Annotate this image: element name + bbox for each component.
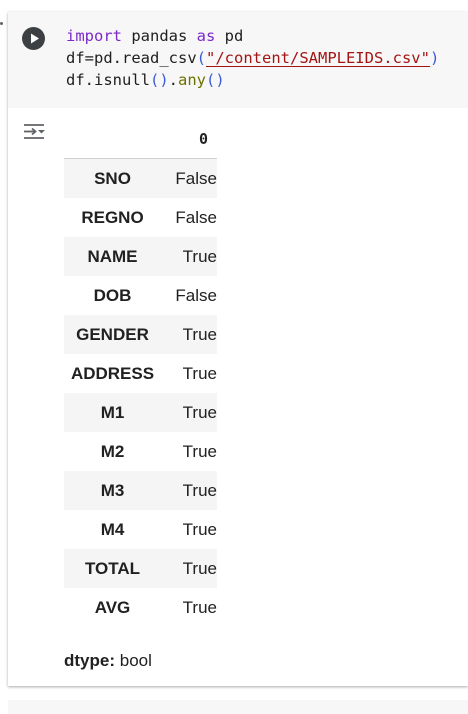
code-token: pd	[215, 27, 244, 45]
table-row: SNO False	[64, 158, 217, 198]
output-toggle-button[interactable]	[22, 122, 48, 142]
row-value: True	[182, 363, 217, 383]
row-index: M4	[100, 519, 125, 539]
table-row: DOB False	[64, 276, 217, 315]
row-value: False	[175, 207, 217, 227]
table-row: GENDER True	[64, 315, 217, 354]
code-token: "/content/SAMPLEIDS.csv"	[206, 49, 430, 67]
code-token: (	[196, 49, 206, 67]
code-token: as	[196, 27, 216, 45]
row-index: M2	[100, 441, 125, 461]
notebook-page: import pandas as pd df=pd.read_csv("/con…	[0, 0, 468, 714]
code-cell[interactable]: import pandas as pd df=pd.read_csv("/con…	[8, 12, 468, 686]
cell-marker	[0, 22, 3, 25]
row-index: SNO	[64, 158, 161, 198]
code-editor-area[interactable]: import pandas as pd df=pd.read_csv("/con…	[8, 12, 468, 108]
dtype-label: dtype:	[64, 651, 115, 670]
column-header: 0	[161, 120, 217, 159]
row-index: TOTAL	[64, 549, 161, 588]
code-token: )	[429, 49, 440, 67]
row-value: True	[182, 519, 217, 539]
table-row: M1 True	[64, 393, 217, 432]
dataframe-table: 0 SNO False REGNO False NAME True DOB False GEND…	[64, 120, 217, 627]
row-index: GENDER	[64, 315, 161, 354]
code-token: df=pd.read_csv	[66, 49, 197, 67]
table-row: NAME True	[64, 237, 217, 276]
row-index: DOB	[93, 285, 132, 305]
row-value: True	[161, 315, 217, 354]
row-value: True	[161, 549, 217, 588]
row-value: True	[161, 393, 217, 432]
dtype-line: dtype: bool	[64, 651, 152, 671]
code-token: ()	[150, 71, 169, 89]
row-value: True	[182, 441, 217, 461]
table-row: AVG True	[64, 588, 217, 627]
table-row: M4 True	[64, 510, 217, 549]
row-index: ADDRESS	[70, 363, 155, 383]
row-index: M3	[64, 471, 161, 510]
row-index: REGNO	[81, 207, 144, 227]
table-row: M3 True	[64, 471, 217, 510]
row-value: True	[161, 237, 217, 276]
output-toggle-icon	[24, 124, 45, 139]
row-index: M1	[64, 393, 161, 432]
row-value: False	[175, 285, 217, 305]
code-token: any	[178, 71, 207, 89]
index-header	[64, 120, 161, 159]
code-token: pandas	[122, 27, 197, 45]
row-value: True	[182, 597, 217, 617]
table-row: ADDRESS True	[64, 354, 217, 393]
code-text[interactable]: import pandas as pd df=pd.read_csv("/con…	[66, 25, 439, 91]
next-cell[interactable]	[8, 700, 468, 714]
row-value: True	[161, 471, 217, 510]
table-row: REGNO False	[64, 198, 217, 237]
code-token: df.isnull	[66, 71, 150, 89]
code-token: .	[168, 71, 179, 89]
run-cell-button[interactable]	[22, 27, 45, 50]
play-icon	[31, 33, 39, 44]
cell-output: 0 SNO False REGNO False NAME True DOB False GEND…	[8, 108, 468, 686]
code-token: ()	[206, 71, 225, 89]
row-value: False	[161, 158, 217, 198]
row-index: NAME	[64, 237, 161, 276]
dtype-value: bool	[119, 651, 152, 670]
code-token: import	[66, 27, 122, 45]
table-row: M2 True	[64, 432, 217, 471]
table-row: TOTAL True	[64, 549, 217, 588]
row-index: AVG	[94, 597, 131, 617]
